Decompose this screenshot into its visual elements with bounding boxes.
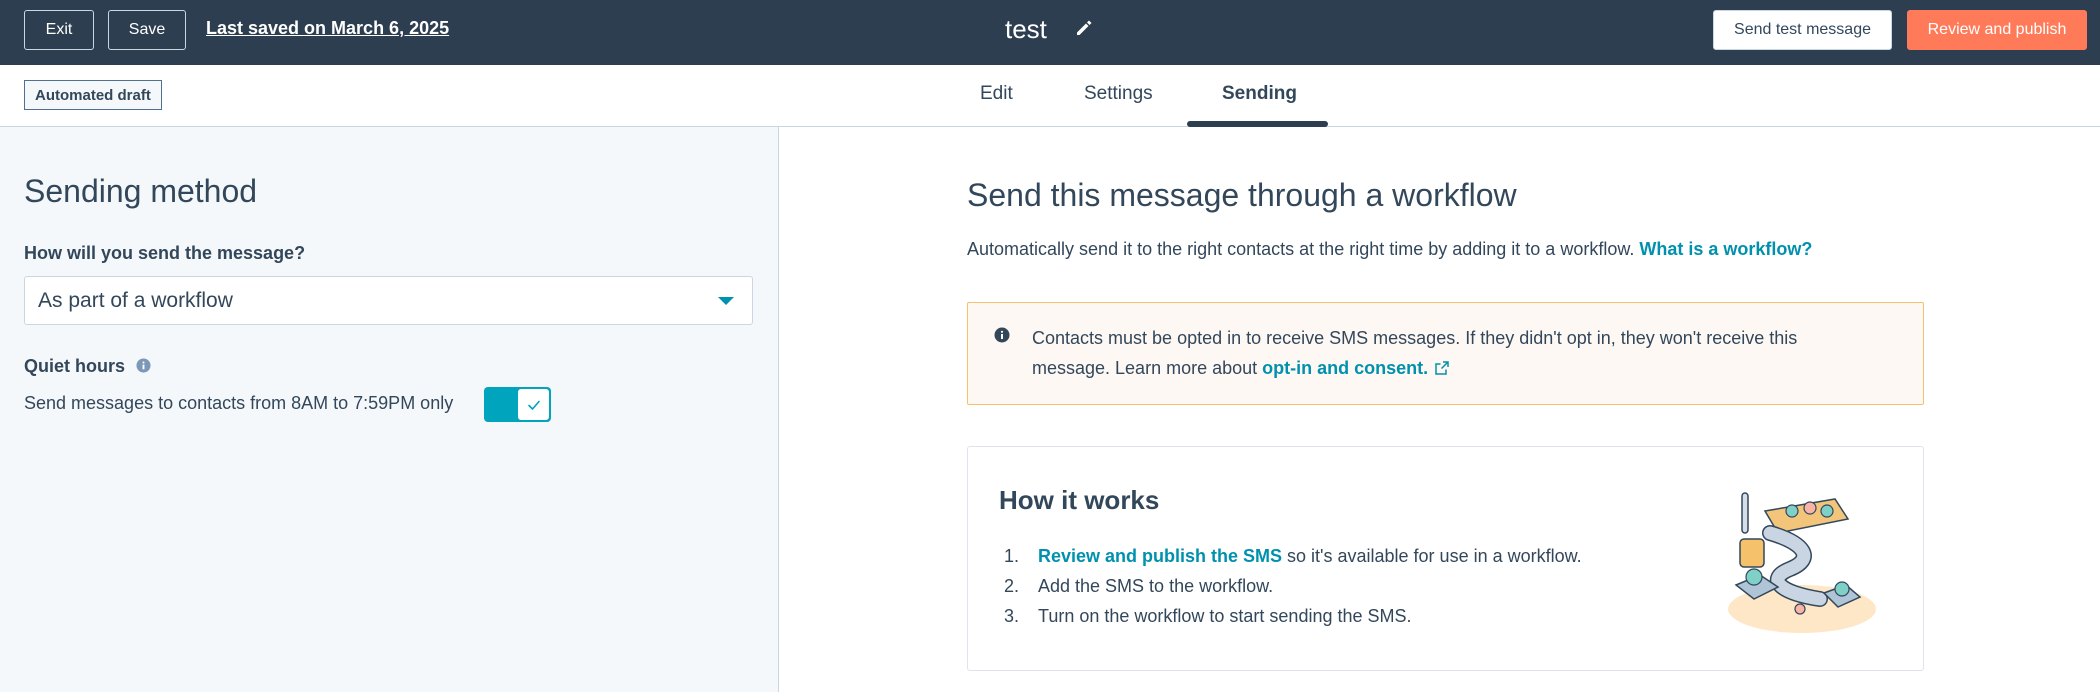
workflow-description: Automatically send it to the right conta… — [967, 239, 1812, 260]
list-item: 3. Turn on the workflow to start sending… — [1004, 601, 1582, 631]
send-method-select[interactable]: As part of a workflow — [24, 276, 753, 325]
workflow-description-text: Automatically send it to the right conta… — [967, 239, 1635, 259]
tab-settings[interactable]: Settings — [1084, 83, 1153, 105]
info-icon — [994, 327, 1010, 343]
active-tab-indicator — [1187, 121, 1328, 127]
page-title: test — [1005, 14, 1047, 44]
status-badge: Automated draft — [24, 80, 162, 110]
caret-down-icon — [718, 297, 734, 305]
opt-in-alert: Contacts must be opted in to receive SMS… — [967, 302, 1924, 405]
checkmark-icon — [527, 400, 540, 410]
last-saved-link[interactable]: Last saved on March 6, 2025 — [206, 18, 449, 39]
step-text: Turn on the workflow to start sending th… — [1038, 606, 1412, 626]
how-it-works-card: How it works 1. Review and publish the S… — [967, 446, 1924, 671]
workflow-illustration-icon — [1728, 492, 1876, 633]
external-link-icon[interactable] — [1434, 360, 1450, 376]
alert-text: Contacts must be opted in to receive SMS… — [1032, 323, 1862, 383]
list-item: 1. Review and publish the SMS so it's av… — [1004, 541, 1582, 571]
pencil-icon[interactable] — [1074, 18, 1094, 38]
opt-in-consent-link[interactable]: opt-in and consent. — [1262, 358, 1428, 378]
what-is-workflow-link[interactable]: What is a workflow? — [1639, 239, 1812, 259]
sub-bar: Automated draft Edit Settings Sending — [0, 65, 2100, 127]
quiet-hours-label: Quiet hours — [24, 356, 126, 376]
sending-method-panel: Sending method How will you send the mes… — [0, 127, 779, 692]
send-method-label: How will you send the message? — [24, 243, 306, 263]
step-number: 1. — [1004, 546, 1020, 566]
quiet-hours-description: Send messages to contacts from 8AM to 7:… — [24, 393, 454, 413]
info-icon[interactable] — [136, 358, 151, 373]
workflow-heading: Send this message through a workflow — [967, 177, 1517, 213]
steps-list: 1. Review and publish the SMS so it's av… — [1004, 541, 1582, 631]
send-method-value: As part of a workflow — [38, 288, 233, 312]
top-bar: Exit Save Last saved on March 6, 2025 te… — [0, 0, 2100, 65]
list-item: 2. Add the SMS to the workflow. — [1004, 571, 1582, 601]
save-button[interactable]: Save — [108, 10, 186, 50]
review-publish-sms-link[interactable]: Review and publish the SMS — [1038, 546, 1282, 566]
step-number: 3. — [1004, 606, 1020, 626]
how-it-works-heading: How it works — [999, 485, 1160, 515]
step-text: Add the SMS to the workflow. — [1038, 576, 1274, 596]
quiet-hours-toggle[interactable] — [484, 387, 551, 422]
sending-method-heading: Sending method — [24, 173, 258, 209]
step-text: so it's available for use in a workflow. — [1282, 546, 1582, 566]
review-and-publish-button[interactable]: Review and publish — [1907, 10, 2087, 50]
step-number: 2. — [1004, 576, 1020, 596]
toggle-knob — [517, 388, 550, 421]
exit-button[interactable]: Exit — [24, 10, 94, 50]
tab-edit[interactable]: Edit — [980, 83, 1013, 105]
send-test-message-button[interactable]: Send test message — [1713, 10, 1892, 50]
tab-sending[interactable]: Sending — [1222, 83, 1297, 105]
